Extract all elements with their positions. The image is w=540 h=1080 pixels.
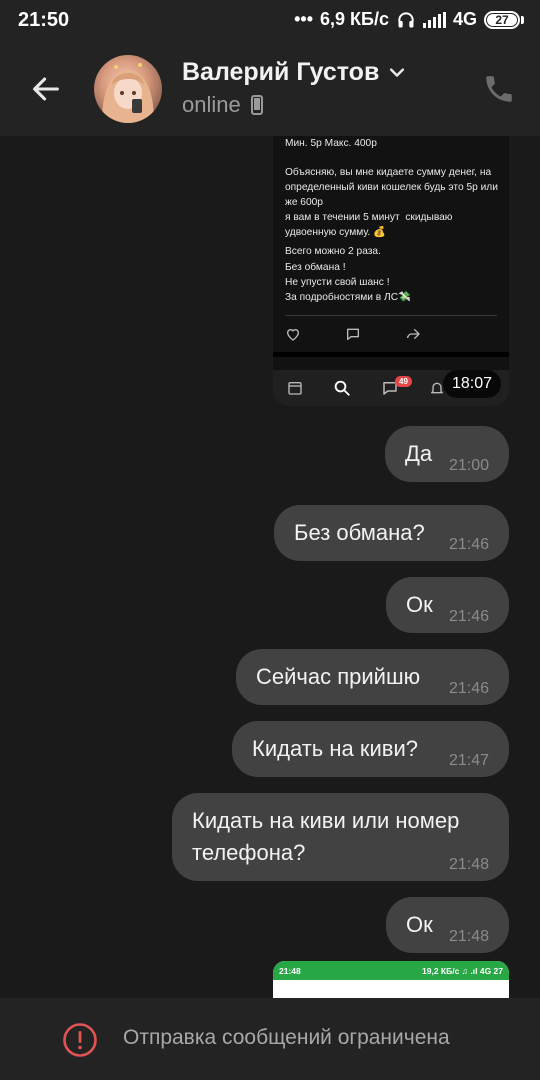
message-bubble[interactable]: Ок 21:48 xyxy=(386,897,509,953)
contact-status-row: online xyxy=(182,92,263,118)
more-dots-icon: ••• xyxy=(294,9,314,29)
input-restricted-bar: Отправка сообщений ограничена xyxy=(0,998,540,1080)
image-text-line: я вам в течении 5 минут скидываю удвоенн… xyxy=(285,212,456,239)
status-bar: 21:50 ••• 6,9 КБ/с 4G 27 xyxy=(0,0,540,42)
battery-level: 27 xyxy=(487,13,517,27)
image-time: 18:07 xyxy=(443,370,502,398)
message-bubble[interactable]: Ок 21:46 xyxy=(386,577,509,633)
contact-name-button[interactable]: Валерий Густов xyxy=(182,58,407,87)
message-bubble[interactable]: Без обмана? 21:46 xyxy=(274,505,509,561)
message-bubble[interactable]: Сейчас прийшю 21:46 xyxy=(236,649,509,705)
chevron-down-icon xyxy=(390,67,405,77)
arrow-left-icon xyxy=(33,77,59,101)
search-icon xyxy=(334,380,350,396)
image-divider xyxy=(285,315,497,316)
image-text-line: Всего можно 2 раза. xyxy=(285,246,381,257)
image-text-line: Без обмана ! xyxy=(285,262,346,273)
image-status-time: 21:48 xyxy=(279,965,301,976)
message-text: Кидать на киви или номер телефона? xyxy=(192,808,460,865)
image-text-line: Не упусти свой шанс ! xyxy=(285,277,390,288)
network-type: 4G xyxy=(452,9,477,29)
back-button[interactable] xyxy=(26,69,66,109)
message-time: 21:48 xyxy=(448,928,489,945)
avatar[interactable] xyxy=(94,55,162,123)
image-text-line: Мин. 5р Макс. 400р xyxy=(285,138,377,149)
image-text-line: Объясняю, вы мне кидаете сумму денег, на… xyxy=(285,167,501,209)
notification-badge: 49 xyxy=(395,376,412,387)
message-bubble[interactable]: Кидать на киви или номер телефона? 21:48 xyxy=(172,793,509,881)
phone-icon xyxy=(486,76,512,102)
chat-header: Валерий Густов online xyxy=(0,42,540,136)
battery-icon: 27 xyxy=(484,10,524,29)
message-time: 21:00 xyxy=(448,457,489,474)
status-indicators: ••• 6,9 КБ/с 4G 27 xyxy=(294,9,524,30)
heart-icon xyxy=(286,329,300,341)
image-status-indicators: 19,2 КБ/с ♫ .ıl 4G 27 xyxy=(422,965,503,976)
message-time: 21:48 xyxy=(448,856,489,873)
message-bubble[interactable]: Да 21:00 xyxy=(385,426,509,482)
headphones-icon xyxy=(398,11,414,27)
contact-name: Валерий Густов xyxy=(182,58,380,86)
calendar-icon xyxy=(288,382,302,395)
image-text-line: За подробностями в ЛС💸 xyxy=(285,292,411,303)
image-actions xyxy=(285,326,421,342)
image-separator xyxy=(273,352,509,357)
message-time: 21:46 xyxy=(448,536,489,553)
message-time: 21:46 xyxy=(448,608,489,625)
contact-status: online xyxy=(182,92,241,117)
restricted-message: Отправка сообщений ограничена xyxy=(123,1026,450,1049)
signal-icon xyxy=(422,11,446,28)
warning-icon xyxy=(63,1023,97,1057)
image-message[interactable]: 21:48 19,2 КБ/с ♫ .ıl 4G 27 xyxy=(273,961,509,998)
comment-icon xyxy=(347,328,359,340)
image-message[interactable]: Мин. 5р Макс. 400р Объясняю, вы мне кида… xyxy=(273,136,509,406)
share-icon xyxy=(407,328,420,340)
mobile-device-icon xyxy=(250,95,263,115)
message-bubble[interactable]: Кидать на киви? 21:47 xyxy=(232,721,509,777)
status-time: 21:50 xyxy=(18,9,70,31)
call-button[interactable] xyxy=(482,72,516,106)
image-status-bar: 21:48 19,2 КБ/с ♫ .ıl 4G 27 xyxy=(273,961,509,980)
message-list[interactable]: Мин. 5р Макс. 400р Объясняю, вы мне кида… xyxy=(0,136,540,998)
message-time: 21:46 xyxy=(448,680,489,697)
net-speed: 6,9 КБ/с xyxy=(320,9,389,29)
message-time: 21:47 xyxy=(448,752,489,769)
